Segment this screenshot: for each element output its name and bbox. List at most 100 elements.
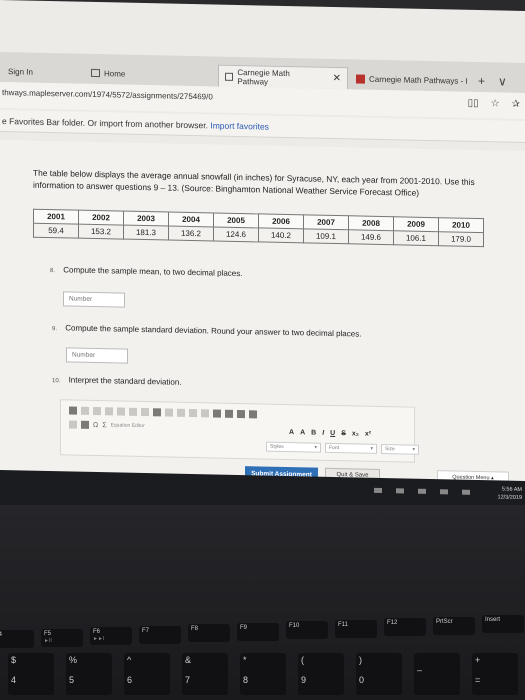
superscript-button[interactable]: x² — [365, 431, 371, 438]
fkey-1[interactable]: F5 ►II — [41, 628, 83, 647]
maple-icon — [356, 73, 365, 84]
source-icon[interactable] — [69, 406, 77, 415]
stdev-answer-input[interactable] — [66, 347, 128, 364]
fkey-0[interactable]: F4⏮ — [0, 630, 34, 648]
bullet-list-icon[interactable] — [177, 408, 185, 417]
underline-button[interactable]: U — [330, 430, 335, 437]
value-cell: 124.6 — [213, 226, 259, 242]
key-label: F12 — [387, 620, 398, 626]
find-icon[interactable] — [153, 408, 161, 417]
justify-icon[interactable] — [249, 410, 257, 419]
fkey-7[interactable]: F11 — [335, 619, 377, 638]
size-select[interactable]: Size ▾ — [381, 443, 419, 455]
number-key-6[interactable]: ) 0 — [356, 653, 402, 695]
select-label: Size — [385, 446, 395, 453]
tab-home[interactable]: Home — [85, 62, 131, 85]
number-key-3[interactable]: & 7 — [182, 653, 228, 695]
key-label: 9 — [301, 675, 307, 685]
font-color-button[interactable]: A — [289, 429, 294, 436]
question-number: 10. — [52, 378, 61, 385]
year-cell: 2007 — [303, 214, 349, 230]
fkey-4[interactable]: F8 — [188, 624, 230, 642]
key-sublabel: ►II — [44, 637, 52, 644]
image-icon[interactable] — [81, 420, 89, 429]
paste-text-icon[interactable] — [141, 407, 149, 417]
key-label: 0 — [359, 675, 365, 685]
styles-select[interactable]: Styles ▾ — [266, 441, 321, 453]
copy-icon[interactable] — [117, 407, 125, 416]
question-text: Compute the sample mean, to two decimal … — [63, 265, 243, 279]
reading-view-icon[interactable]: ▯▯ — [468, 98, 479, 109]
year-cell: 2005 — [213, 212, 259, 228]
rich-text-editor[interactable]: Ω Σ Equation Editor A A B I U S x₂ x² St… — [60, 399, 419, 463]
fkey-8[interactable]: F12 — [384, 618, 426, 636]
mean-answer-input[interactable] — [63, 291, 125, 308]
key-shift-label: % — [69, 655, 78, 665]
url-text[interactable]: thways.mapleserver.com/1974/5572/assignm… — [2, 88, 213, 101]
people-icon[interactable] — [374, 487, 382, 494]
redo-icon[interactable] — [105, 407, 113, 416]
year-cell: 2008 — [348, 215, 394, 231]
page-content: The table below displays the average ann… — [0, 140, 525, 516]
fkey-5[interactable]: F9 — [237, 622, 279, 641]
number-key-7[interactable]: – — [414, 653, 460, 695]
select-label: Font — [329, 444, 340, 452]
fkey-2[interactable]: F6 ►►I — [90, 627, 132, 645]
tab-label: Carnegie Math Pathway — [237, 67, 290, 87]
question-intro: The table below displays the average ann… — [33, 167, 475, 198]
year-cell: 2003 — [123, 211, 169, 227]
italic-button[interactable]: I — [322, 430, 324, 437]
favorites-list-icon[interactable]: ✰ — [512, 99, 520, 110]
fkey-6[interactable]: F10 — [286, 621, 328, 639]
table-icon[interactable] — [69, 420, 77, 429]
tab-menu-icon[interactable]: ∨ — [498, 74, 507, 88]
key-shift-label: ) — [359, 655, 362, 665]
tab-carnegie-active[interactable]: Carnegie Math Pathway ✕ — [218, 64, 348, 90]
fkey-9[interactable]: PrtScr — [433, 616, 475, 635]
new-tab-icon[interactable]: + — [478, 74, 485, 88]
indent-icon[interactable] — [201, 409, 209, 418]
value-cell: 179.0 — [438, 231, 484, 247]
favorite-star-icon[interactable]: ☆ — [491, 98, 500, 109]
editor-selects: Styles ▾ Font ▾ Size ▾ — [266, 441, 419, 455]
year-cell: 2001 — [33, 209, 79, 225]
font-select[interactable]: Font ▾ — [325, 442, 377, 454]
number-key-5[interactable]: (9 — [298, 653, 344, 695]
sigma-icon[interactable]: Σ — [102, 422, 106, 429]
editor-toolbar-row-1 — [69, 406, 257, 419]
import-favorites-link[interactable]: Import favorites — [210, 120, 269, 131]
align-right-icon[interactable] — [237, 409, 245, 419]
key-label: 7 — [185, 675, 191, 685]
fkey-3[interactable]: F7 — [139, 625, 181, 644]
tab-carnegie-2[interactable]: Carnegie Math Pathways - I — [350, 67, 474, 92]
omega-icon[interactable]: Ω — [93, 421, 98, 428]
close-tab-icon[interactable]: ✕ — [333, 73, 341, 84]
fkey-10[interactable]: Insert — [482, 615, 524, 633]
strike-button[interactable]: S — [341, 430, 346, 437]
cut-icon[interactable] — [81, 406, 89, 415]
paste-icon[interactable] — [129, 407, 137, 416]
number-key-0[interactable]: $4 — [8, 653, 54, 695]
tab-sign-in[interactable]: Sign In — [2, 60, 39, 83]
keyboard-icon[interactable] — [462, 489, 470, 495]
outdent-icon[interactable] — [189, 408, 197, 418]
key-label: = — [475, 675, 481, 685]
undo-icon[interactable] — [93, 406, 101, 416]
number-key-4[interactable]: * 8 — [240, 653, 286, 695]
bold-button[interactable]: B — [311, 430, 316, 437]
bg-color-button[interactable]: A — [300, 429, 305, 436]
number-key-1[interactable]: % 5 — [66, 653, 112, 695]
align-center-icon[interactable] — [225, 409, 233, 418]
numbered-list-icon[interactable] — [165, 408, 173, 417]
number-key-8[interactable]: + = — [472, 653, 518, 695]
wifi-icon[interactable] — [418, 488, 426, 494]
question-9: 9. Compute the sample standard deviation… — [52, 323, 361, 338]
volume-icon[interactable] — [440, 489, 448, 495]
number-key-2[interactable]: ^ 6 — [124, 653, 170, 695]
key-sublabel: ⏮ — [0, 639, 31, 645]
equation-editor-button[interactable]: Equation Editor — [111, 422, 145, 429]
align-left-icon[interactable] — [213, 409, 221, 418]
taskbar-clock[interactable]: 5:56 AM 12/3/2019 — [498, 485, 522, 502]
subscript-button[interactable]: x₂ — [352, 430, 359, 437]
battery-icon[interactable] — [396, 488, 404, 494]
